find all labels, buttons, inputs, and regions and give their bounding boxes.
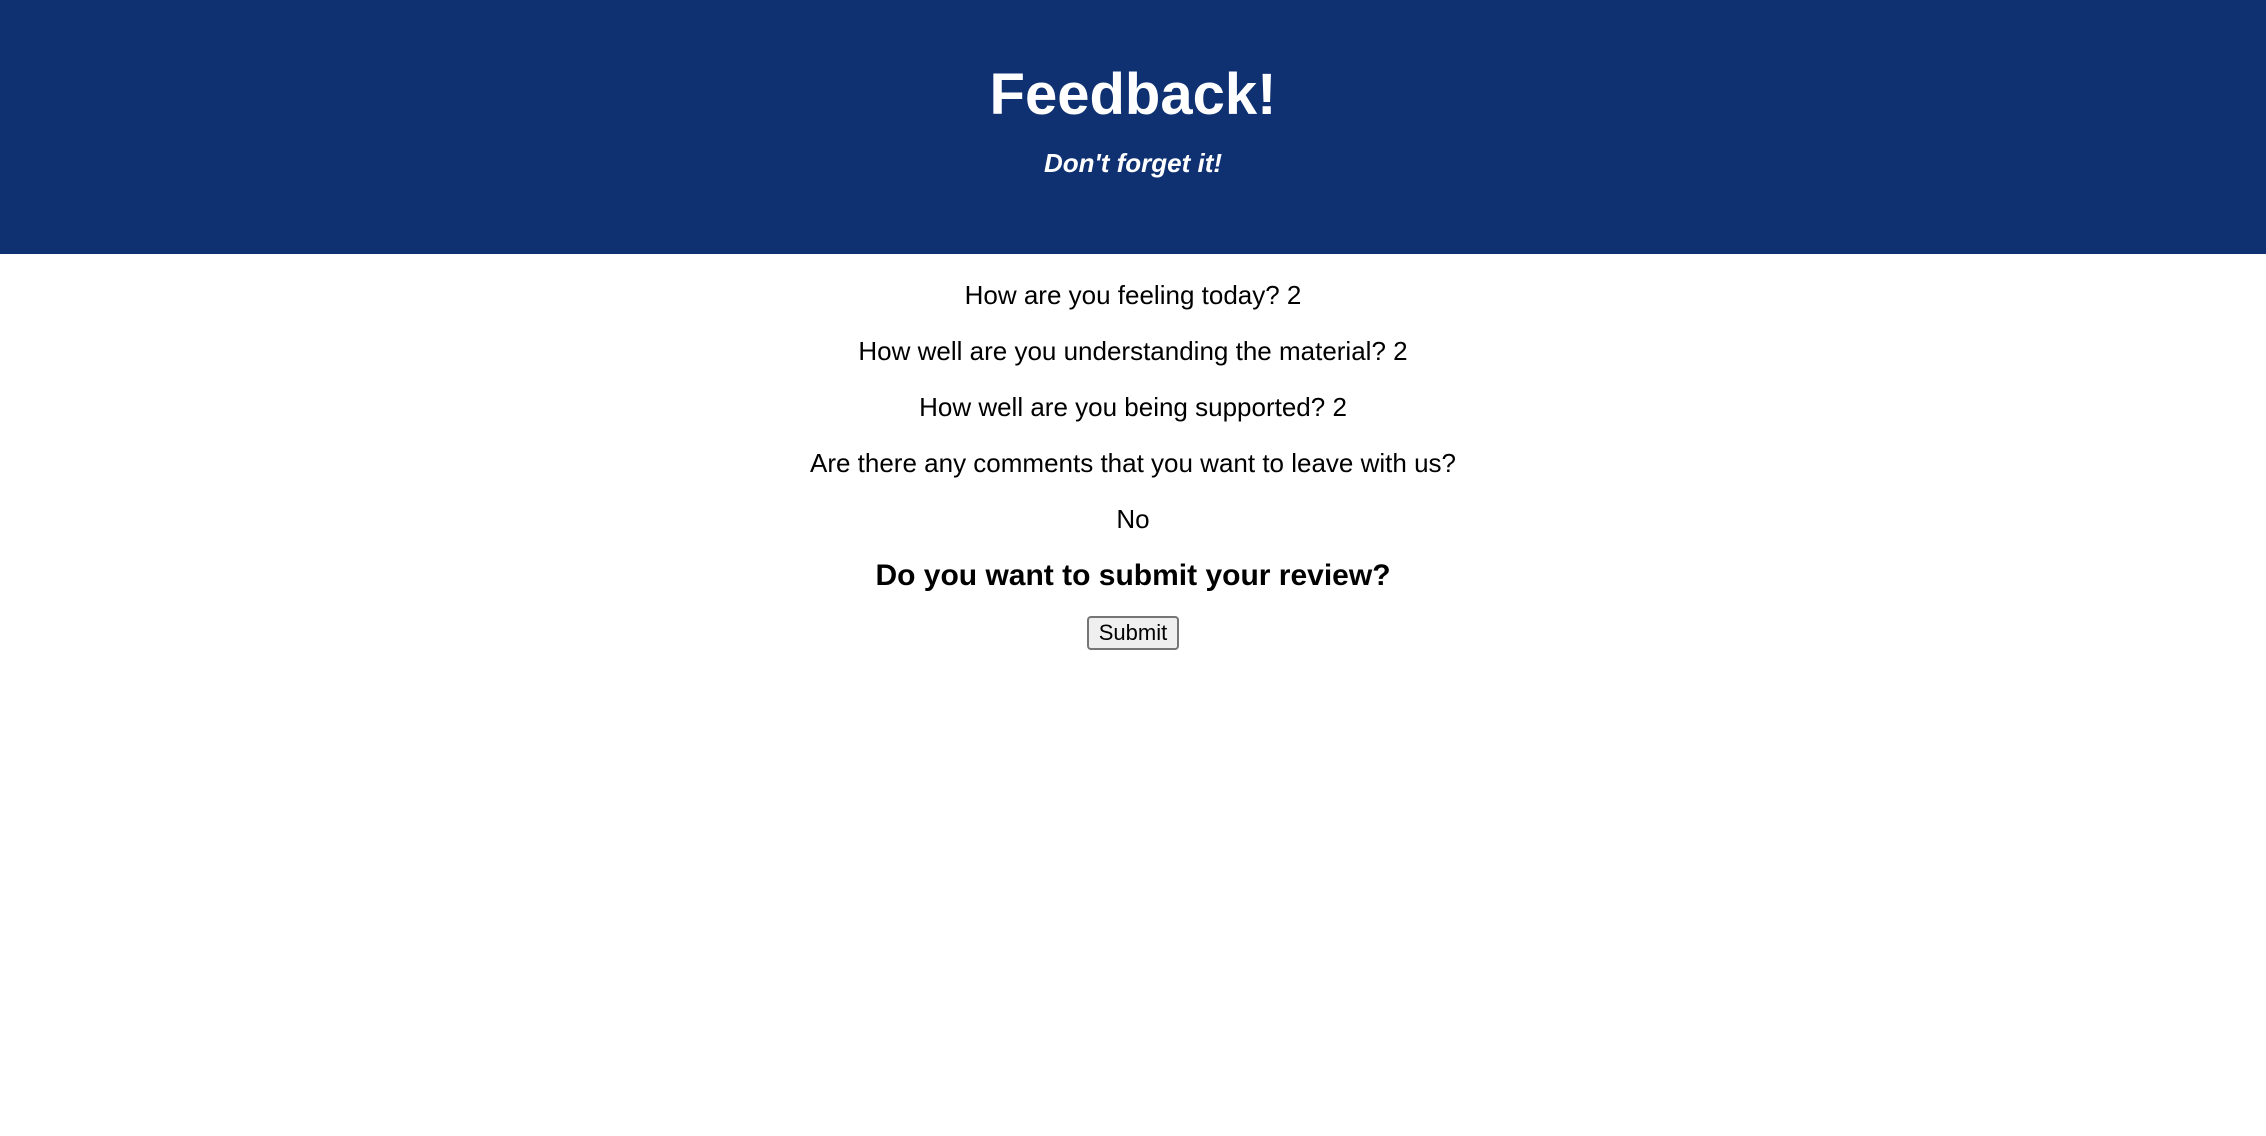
submit-button[interactable]: Submit xyxy=(1086,616,1180,650)
page-header: Feedback! Don't forget it! xyxy=(0,0,2266,254)
feeling-rating: How are you feeling today? 2 xyxy=(964,280,1302,310)
page-title: Feedback! xyxy=(989,62,1277,127)
comments-answer: No xyxy=(1116,504,1150,534)
feedback-summary: How are you feeling today? 2 How well ar… xyxy=(0,254,2266,650)
page-subtitle: Don't forget it! xyxy=(1043,148,1223,178)
support-rating: How well are you being supported? 2 xyxy=(919,392,1347,422)
understanding-rating: How well are you understanding the mater… xyxy=(858,336,1408,366)
submit-prompt: Do you want to submit your review? xyxy=(875,559,1391,592)
comments-question: Are there any comments that you want to … xyxy=(809,448,1456,478)
